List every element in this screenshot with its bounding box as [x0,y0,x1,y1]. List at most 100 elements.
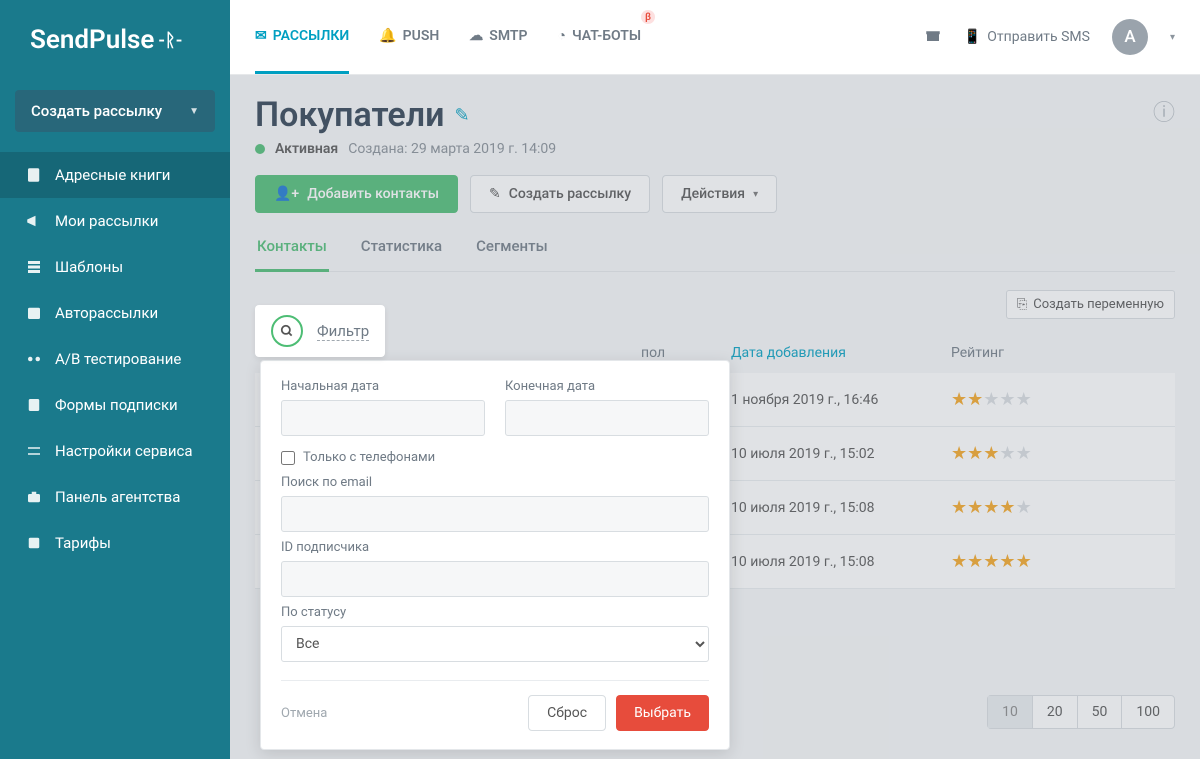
send-sms-button[interactable]: 📱Отправить SMS [964,29,1090,45]
star-icon: ★ [951,443,967,464]
briefcase-icon [25,488,43,506]
phones-only-checkbox[interactable] [281,451,295,465]
start-date-label: Начальная дата [281,379,485,394]
star-icon: ★ [983,389,999,410]
star-icon: ★ [1016,551,1032,572]
envelope-icon: ✉ [255,28,267,44]
search-email-input[interactable] [281,496,709,532]
sliders-icon [25,442,43,460]
page-title: Покупатели [255,95,444,135]
megaphone-icon [25,212,43,230]
sidebar-item-templates[interactable]: Шаблоны [0,244,230,290]
topnav-push[interactable]: 🔔PUSH [379,0,439,74]
end-date-label: Конечная дата [505,379,709,394]
sidebar-item-forms[interactable]: Формы подписки [0,382,230,428]
created-text: Создана: 29 марта 2019 г. 14:09 [348,141,556,157]
filter-cancel-link[interactable]: Отмена [281,706,327,721]
avatar[interactable]: A [1112,19,1148,55]
subscriber-id-label: ID подписчика [281,540,709,555]
cell-date: 10 июля 2019 г., 15:08 [731,554,951,570]
page-size-pager: 10 20 50 100 [987,695,1175,729]
topnav-chatbots[interactable]: ◔ЧАТ-БОТЫ β [557,0,641,74]
star-icon: ★ [1016,389,1032,410]
cell-date: 1 ноября 2019 г., 16:46 [731,392,951,408]
sidebar-item-pricing[interactable]: Тарифы [0,520,230,566]
bell-icon: 🔔 [379,28,396,44]
chat-icon: ◔ [557,27,565,44]
star-icon: ★ [967,443,983,464]
star-icon: ★ [951,497,967,518]
pulse-icon: -ᚱ- [158,30,182,51]
variable-icon: ⎘ [1017,297,1027,312]
tab-stats[interactable]: Статистика [359,237,444,272]
sidebar-item-agency[interactable]: Панель агентства [0,474,230,520]
templates-icon [25,258,43,276]
start-date-input[interactable] [281,400,485,436]
filter-select-button[interactable]: Выбрать [616,695,709,731]
sidebar-item-ab-testing[interactable]: A/B тестирование [0,336,230,382]
pricing-icon [25,534,43,552]
status-select[interactable]: Все [281,626,709,662]
status-label: По статусу [281,605,709,620]
star-icon: ★ [951,551,967,572]
star-icon: ★ [1016,443,1032,464]
chevron-down-icon: ▼ [189,106,199,117]
edit-icon[interactable]: ✎ [454,105,469,126]
info-icon[interactable]: ⓘ [1153,95,1175,127]
status-dot [255,144,265,154]
cell-rating: ★★★★★ [951,497,1159,518]
cell-rating: ★★★★★ [951,551,1159,572]
cell-rating: ★★★★★ [951,389,1159,410]
phone-icon: 📱 [964,29,981,45]
calendar-icon [25,304,43,322]
create-variable-button[interactable]: ⎘Создать переменную [1006,290,1175,319]
search-filter-box: Фильтр [255,305,385,357]
brand-logo[interactable]: SendPulse-ᚱ- [0,0,230,80]
create-campaign-button[interactable]: Создать рассылку▼ [15,90,215,132]
sidebar-item-address-books[interactable]: Адресные книги [0,152,230,198]
star-icon: ★ [999,443,1015,464]
search-button[interactable] [271,315,303,347]
tab-contacts[interactable]: Контакты [255,237,329,272]
add-contacts-button[interactable]: 👤+Добавить контакты [255,175,458,213]
actions-dropdown[interactable]: Действия▾ [662,175,777,213]
topnav-campaigns[interactable]: ✉РАССЫЛКИ [255,0,349,74]
star-icon: ★ [983,551,999,572]
end-date-input[interactable] [505,400,709,436]
star-icon: ★ [967,389,983,410]
page-size-50[interactable]: 50 [1078,696,1123,728]
cell-rating: ★★★★★ [951,443,1159,464]
star-icon: ★ [967,551,983,572]
tab-segments[interactable]: Сегменты [474,237,550,272]
page-size-100[interactable]: 100 [1122,696,1174,728]
chevron-down-icon[interactable]: ▾ [1170,32,1175,43]
sidebar-item-autoresponders[interactable]: Авторассылки [0,290,230,336]
filter-toggle[interactable]: Фильтр [317,322,369,341]
star-icon: ★ [983,443,999,464]
status-label: Активная [275,141,338,157]
subscriber-id-input[interactable] [281,561,709,597]
search-email-label: Поиск по email [281,475,709,490]
star-icon: ★ [999,551,1015,572]
ab-test-icon [25,350,43,368]
form-icon [25,396,43,414]
star-icon: ★ [951,389,967,410]
add-user-icon: 👤+ [274,186,299,202]
header-date-sort[interactable]: Дата добавления [731,345,951,361]
gift-icon[interactable] [924,26,942,48]
filter-popup: Начальная дата Конечная дата Только с те… [260,360,730,750]
sidebar-item-campaigns[interactable]: Мои рассылки [0,198,230,244]
address-book-icon [25,166,43,184]
topnav-smtp[interactable]: ☁SMTP [469,0,527,74]
star-icon: ★ [999,497,1015,518]
star-icon: ★ [967,497,983,518]
star-icon: ★ [999,389,1015,410]
sidebar-item-settings[interactable]: Настройки сервиса [0,428,230,474]
phones-only-label: Только с телефонами [303,450,435,465]
page-size-10[interactable]: 10 [988,696,1033,728]
create-campaign-action-button[interactable]: ✎Создать рассылку [470,175,650,213]
cell-date: 10 июля 2019 г., 15:02 [731,446,951,462]
page-size-20[interactable]: 20 [1033,696,1078,728]
filter-reset-button[interactable]: Сброс [528,695,606,731]
beta-badge: β [641,10,655,24]
